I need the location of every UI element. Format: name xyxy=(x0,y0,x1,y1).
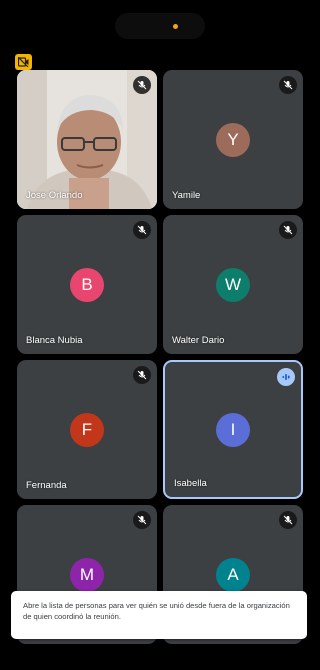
participant-tile-yamile[interactable]: Y Yamile xyxy=(163,70,303,209)
participant-tile-fernanda[interactable]: F Fernanda xyxy=(17,360,157,499)
participant-name: Yamile xyxy=(172,190,201,201)
participant-tile-blanca-nubia[interactable]: B Blanca Nubia xyxy=(17,215,157,354)
camera-notch xyxy=(115,13,205,39)
avatar: A xyxy=(216,557,250,592)
participant-name: Walter Dario xyxy=(172,335,225,346)
participant-name: Isabella xyxy=(174,478,207,489)
avatar: F xyxy=(70,412,104,447)
participant-tile-jose-orlando[interactable]: Jose Orlando xyxy=(17,70,157,209)
mic-off-icon xyxy=(279,76,297,94)
participant-name: Blanca Nubia xyxy=(26,335,83,346)
camera-indicator-dot xyxy=(173,24,178,29)
audio-wave-icon xyxy=(277,368,295,386)
participant-tile-walter-dario[interactable]: W Walter Dario xyxy=(163,215,303,354)
avatar: M xyxy=(70,557,104,592)
toast-message: Abre la lista de personas para ver quién… xyxy=(23,601,290,621)
mic-off-icon xyxy=(133,511,151,529)
avatar: Y xyxy=(216,122,250,157)
participant-name: Jose Orlando xyxy=(26,190,83,201)
mic-off-icon xyxy=(133,76,151,94)
mic-off-icon xyxy=(133,221,151,239)
avatar: W xyxy=(216,267,250,302)
avatar: I xyxy=(216,412,250,447)
mic-off-icon xyxy=(279,221,297,239)
participant-grid: Jose Orlando Y Yamile B Blanca Nubia W W… xyxy=(17,70,303,670)
recording-icon[interactable] xyxy=(15,54,32,70)
participant-tile-isabella[interactable]: I Isabella xyxy=(163,360,303,499)
participant-name: Fernanda xyxy=(26,480,67,491)
mic-off-icon xyxy=(133,366,151,384)
notification-toast[interactable]: Abre la lista de personas para ver quién… xyxy=(11,591,307,639)
mic-off-icon xyxy=(279,511,297,529)
avatar: B xyxy=(70,267,104,302)
